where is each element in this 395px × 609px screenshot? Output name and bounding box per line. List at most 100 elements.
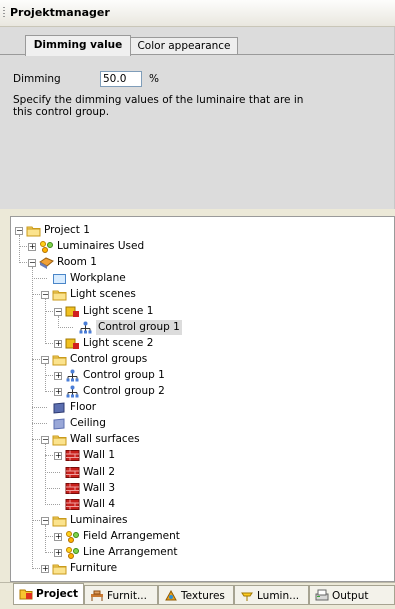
tree-node-label: Control group 2 (83, 385, 165, 397)
textures-icon (164, 589, 178, 602)
tree-connector (32, 294, 40, 296)
bottom-tab-bar: Project Furnit... Textures Lumin... Output (0, 582, 395, 608)
collapse-icon[interactable]: − (15, 227, 23, 235)
light-scene-icon (65, 305, 80, 318)
project-tree[interactable]: − Project 1 + Luminaires Used − Room 1 Workpla… (10, 216, 395, 582)
tree-connector (45, 374, 53, 376)
ceiling-icon (52, 417, 67, 430)
dimming-unit: % (149, 73, 159, 85)
tree-guide-line (19, 235, 20, 264)
bottom-tab-project[interactable]: Project (13, 583, 84, 605)
floor-icon (52, 401, 67, 414)
tree-node-label: Light scenes (70, 288, 136, 301)
tab-color-appearance[interactable]: Color appearance (130, 37, 238, 55)
tree-connector (32, 439, 40, 441)
tree-connector (19, 262, 27, 264)
tree-node-label: Ceiling (70, 417, 106, 430)
tree-node-label: Field Arrangement (83, 529, 180, 542)
dimming-value-input[interactable] (100, 71, 142, 87)
tree-node-label: Wall 4 (83, 497, 115, 510)
furniture-icon (90, 589, 104, 602)
tree-connector (19, 246, 27, 248)
tree-node-label: Room 1 (57, 256, 97, 269)
tree-connector (45, 342, 53, 344)
dimming-label: Dimming (13, 73, 61, 85)
expand-icon[interactable]: + (28, 243, 36, 252)
tree-guide-line (45, 524, 46, 553)
tree-node-label: Luminaires (70, 513, 128, 526)
tab-dimming-value[interactable]: Dimming value (25, 35, 131, 56)
bottom-tab-label: Lumin... (257, 590, 300, 602)
bottom-tab-furnit[interactable]: Furnit... (84, 585, 158, 605)
panel-splitter[interactable] (0, 210, 395, 214)
tree-connector (58, 326, 73, 328)
bottom-tab-label: Output (332, 590, 369, 602)
properties-tabs: Dimming value Color appearance (10, 35, 394, 56)
collapse-icon[interactable]: − (41, 436, 49, 445)
dimming-description: Specify the dimming values of the lumina… (13, 94, 304, 118)
wall-icon (65, 449, 80, 462)
bottom-tab-lumin[interactable]: Lumin... (234, 585, 309, 605)
tree-node-label: Floor (70, 401, 97, 414)
expand-icon[interactable]: + (54, 388, 62, 396)
tree-connector (32, 278, 47, 280)
tree-node-label: Furniture (70, 562, 118, 575)
collapse-icon[interactable]: − (41, 291, 49, 300)
tree-connector (32, 423, 47, 425)
tree-node-label: Light scene 1 (83, 304, 154, 317)
tree-connector (45, 310, 53, 312)
expand-icon[interactable]: + (54, 371, 62, 380)
tree-node-label: Wall surfaces (70, 433, 140, 446)
expand-icon[interactable]: + (54, 339, 62, 348)
tree-node-label: Control group 1 (96, 319, 182, 335)
collapse-icon[interactable]: − (28, 259, 36, 268)
tree-node-label: Control groups (70, 352, 148, 365)
folder-icon (52, 353, 67, 366)
arrangement-icon (65, 530, 80, 543)
wall-icon (65, 482, 80, 495)
tree-connector (45, 552, 53, 553)
collapse-icon[interactable]: − (41, 516, 49, 525)
folder-icon (52, 433, 67, 446)
control-group-icon (65, 385, 80, 398)
arrangement-icon (65, 546, 80, 559)
tree-connector (32, 568, 40, 570)
tree-connector (32, 519, 40, 521)
collapse-icon[interactable]: − (54, 307, 62, 316)
tree-node-label: Wall 3 (83, 481, 115, 494)
bottom-tab-output[interactable]: Output (309, 585, 395, 605)
expand-icon[interactable]: + (54, 532, 62, 541)
expand-icon[interactable]: + (54, 549, 62, 557)
folder-icon (52, 514, 67, 527)
expand-icon[interactable]: + (54, 452, 62, 461)
tree-guide-line (45, 299, 46, 344)
room-icon (39, 256, 54, 270)
luminaires-icon (39, 240, 54, 254)
bottom-tab-textures[interactable]: Textures (158, 585, 234, 605)
tree-connector (45, 487, 60, 489)
project-icon (19, 587, 33, 600)
tree-node-label: Wall 2 (83, 465, 115, 478)
wall-icon (65, 466, 80, 479)
workplane-icon (52, 272, 67, 285)
bottom-tab-label: Textures (181, 590, 225, 602)
tree-connector (45, 535, 53, 537)
folder-icon (26, 224, 41, 237)
collapse-icon[interactable]: − (41, 355, 49, 364)
control-group-icon (78, 321, 93, 334)
tree-guide-line (45, 363, 46, 392)
control-group-icon (65, 369, 80, 382)
tree-connector (45, 503, 60, 505)
light-scene-icon (65, 337, 80, 350)
tree-node-label: Luminaires Used (57, 240, 145, 253)
tree-connector (45, 471, 60, 473)
tree-node-label: Light scene 2 (83, 336, 154, 349)
luminaire-tab-icon (240, 589, 254, 602)
tree-node-label: Workplane (70, 272, 126, 285)
expand-icon[interactable]: + (41, 565, 49, 574)
panel-title: Projektmanager (10, 6, 110, 19)
dimming-row: Dimming % (13, 71, 313, 91)
tree-connector (32, 407, 47, 409)
drag-grip-icon[interactable] (3, 7, 5, 19)
panel-titlebar: Projektmanager (0, 0, 395, 27)
